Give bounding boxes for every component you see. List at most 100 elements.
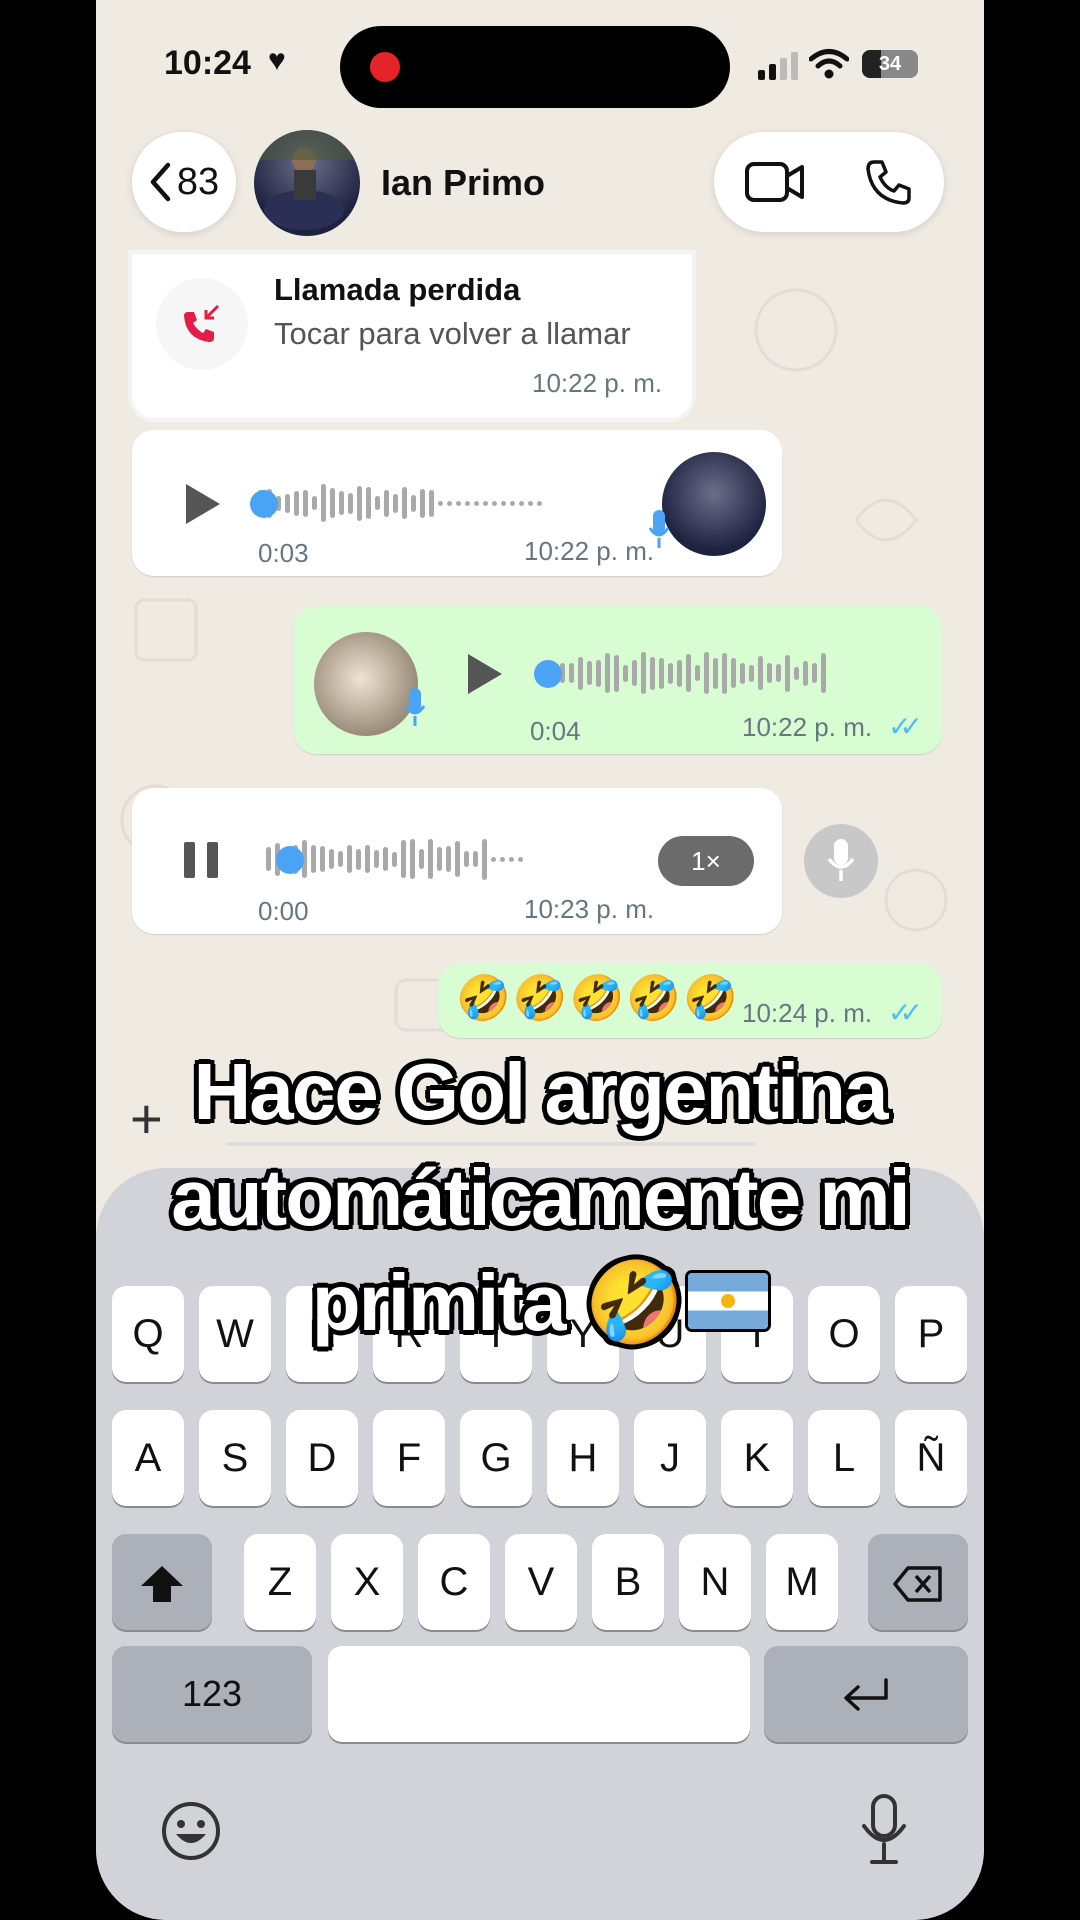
- voice-waveform[interactable]: [266, 836, 523, 882]
- waveform-bar: [464, 851, 469, 867]
- phone-screen: 10:24 ♥ 34 83 Ian Primo Llamada perdida …: [96, 0, 984, 1920]
- waveform-bar: [482, 838, 487, 880]
- voice-duration: 0:03: [258, 538, 309, 568]
- waveform-bar: [447, 500, 452, 506]
- waveform-bar: [785, 654, 790, 692]
- play-icon[interactable]: [468, 654, 502, 694]
- waveform-bar: [402, 487, 407, 519]
- waveform-bar: [641, 652, 646, 694]
- mic-icon: [648, 510, 670, 548]
- emoji-keyboard-icon[interactable]: [160, 1800, 222, 1862]
- floating-mic-button[interactable]: [804, 824, 878, 898]
- contact-name[interactable]: Ian Primo: [381, 162, 545, 204]
- waveform-bar: [357, 485, 362, 521]
- key-ñ[interactable]: Ñ: [895, 1410, 967, 1506]
- waveform-bar: [348, 492, 353, 514]
- waveform-bar: [587, 661, 592, 685]
- waveform-bar: [320, 846, 325, 872]
- waveform-bar: [821, 653, 826, 693]
- waveform-bar: [311, 845, 316, 873]
- heart-icon: ♥: [268, 44, 286, 77]
- key-j[interactable]: J: [634, 1410, 706, 1506]
- waveform-bar: [465, 500, 470, 506]
- waveform-bar: [605, 653, 610, 693]
- waveform-bar: [411, 494, 416, 512]
- pause-icon[interactable]: [184, 842, 220, 878]
- waveform-bar: [401, 840, 406, 878]
- status-time: 10:24: [164, 44, 251, 82]
- key-z[interactable]: Z: [244, 1534, 316, 1630]
- cellular-signal-icon: [758, 52, 798, 80]
- missed-call-bubble[interactable]: Llamada perdida Tocar para volver a llam…: [132, 254, 692, 418]
- return-key[interactable]: [764, 1646, 968, 1742]
- key-x[interactable]: X: [331, 1534, 403, 1630]
- caption-line-1: Hace Gol argentina: [193, 1047, 888, 1136]
- waveform-bar: [491, 856, 496, 862]
- sender-avatar: [314, 632, 418, 736]
- shift-key[interactable]: [112, 1534, 212, 1630]
- playback-speed-button[interactable]: 1×: [658, 836, 754, 886]
- waveform-bar: [501, 500, 506, 506]
- video-call-icon[interactable]: [744, 160, 806, 204]
- contact-avatar[interactable]: [254, 130, 360, 236]
- voice-waveform[interactable]: [542, 650, 826, 696]
- recording-dot-icon: [370, 52, 400, 82]
- waveform-bar: [749, 664, 754, 682]
- playback-knob[interactable]: [534, 660, 562, 688]
- delete-key[interactable]: [868, 1534, 968, 1630]
- missed-call-subtitle: Tocar para volver a llamar: [274, 316, 631, 351]
- sender-avatar: [662, 452, 766, 556]
- key-d[interactable]: D: [286, 1410, 358, 1506]
- playback-knob[interactable]: [276, 846, 304, 874]
- waveform-bar: [812, 663, 817, 683]
- key-a[interactable]: A: [112, 1410, 184, 1506]
- waveform-bar: [455, 841, 460, 877]
- waveform-bar: [393, 493, 398, 513]
- waveform-bar: [677, 659, 682, 687]
- key-l[interactable]: L: [808, 1410, 880, 1506]
- waveform-bar: [383, 847, 388, 871]
- message-input-field[interactable]: [226, 1142, 756, 1146]
- waveform-bar: [510, 500, 515, 506]
- waveform-bar: [767, 663, 772, 683]
- space-bar[interactable]: [328, 1646, 750, 1742]
- waveform-bar: [596, 659, 601, 687]
- waveform-bar: [518, 856, 523, 862]
- read-receipt-icon: ✓✓: [888, 997, 923, 1028]
- emoji-message-text: 🤣🤣🤣🤣🤣: [456, 974, 740, 1023]
- waveform-bar: [492, 500, 497, 506]
- call-actions: [714, 132, 944, 232]
- back-button[interactable]: 83: [132, 132, 236, 232]
- key-b[interactable]: B: [592, 1534, 664, 1630]
- waveform-bar: [528, 500, 533, 506]
- key-h[interactable]: H: [547, 1410, 619, 1506]
- key-k[interactable]: K: [721, 1410, 793, 1506]
- voice-call-icon[interactable]: [864, 158, 912, 206]
- numbers-key[interactable]: 123: [112, 1646, 312, 1742]
- waveform-bar: [437, 847, 442, 871]
- shift-arrow-icon: [141, 1566, 183, 1603]
- key-g[interactable]: G: [460, 1410, 532, 1506]
- waveform-bar: [500, 856, 505, 862]
- waveform-bar: [446, 846, 451, 872]
- waveform-bar: [731, 658, 736, 688]
- play-icon[interactable]: [186, 484, 220, 524]
- key-v[interactable]: V: [505, 1534, 577, 1630]
- voice-waveform[interactable]: [258, 480, 542, 526]
- waveform-bar: [285, 493, 290, 513]
- read-receipt-icon: ✓✓: [888, 711, 923, 742]
- chevron-left-icon: [150, 162, 171, 202]
- key-n[interactable]: N: [679, 1534, 751, 1630]
- dictation-mic-icon[interactable]: [860, 1794, 908, 1866]
- waveform-bar: [537, 500, 542, 506]
- waveform-bar: [740, 662, 745, 684]
- status-bar: 10:24 ♥ 34: [96, 0, 984, 130]
- key-s[interactable]: S: [199, 1410, 271, 1506]
- waveform-bar: [776, 664, 781, 682]
- key-f[interactable]: F: [373, 1410, 445, 1506]
- key-m[interactable]: M: [766, 1534, 838, 1630]
- waveform-bar: [668, 662, 673, 684]
- return-icon: [844, 1678, 888, 1712]
- playback-knob[interactable]: [250, 490, 278, 518]
- key-c[interactable]: C: [418, 1534, 490, 1630]
